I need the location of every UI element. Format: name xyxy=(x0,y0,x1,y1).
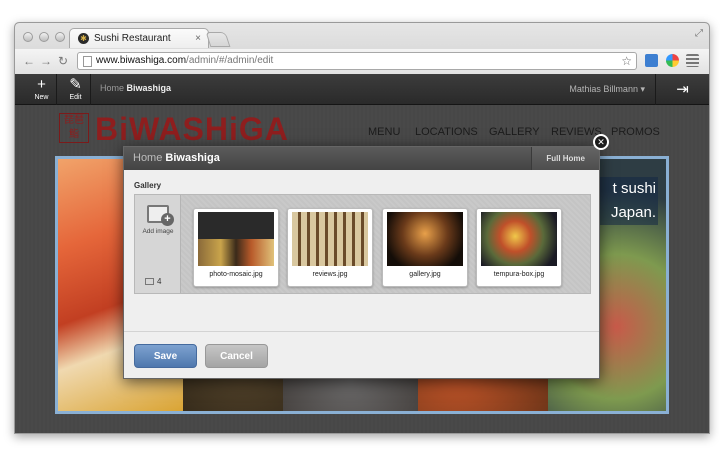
edit-label: Edit xyxy=(69,94,82,101)
image-count: 4 xyxy=(145,277,161,286)
gallery-image-card[interactable]: tempura-box.jpg xyxy=(476,208,562,287)
crumb-home[interactable]: Home xyxy=(100,83,124,93)
gallery-thumbnail xyxy=(387,212,463,266)
address-bar[interactable]: www.biwashiga.com/admin/#/admin/edit ☆ xyxy=(77,52,637,70)
dialog-crumb-home[interactable]: Home xyxy=(133,152,162,164)
save-button[interactable]: Save xyxy=(134,344,197,368)
crumb-current: Biwashiga xyxy=(126,83,172,93)
image-filename: reviews.jpg xyxy=(312,271,348,278)
gallery-label: Gallery xyxy=(134,181,162,190)
dialog-header: Home Biwashiga Full Home xyxy=(124,147,599,170)
nav-menu[interactable]: MENU xyxy=(368,126,400,138)
bookmark-star-icon[interactable]: ☆ xyxy=(621,53,632,69)
forward-icon[interactable]: → xyxy=(40,54,52,68)
close-dialog-icon[interactable]: ✕ xyxy=(593,134,609,150)
nav-promos[interactable]: PROMOS xyxy=(611,126,660,138)
image-count-value: 4 xyxy=(157,277,162,286)
add-image-button[interactable]: + Add image 4 xyxy=(135,195,181,293)
nav-locations[interactable]: LOCATIONS xyxy=(415,126,478,138)
url-path: /admin/#/admin/edit xyxy=(186,55,274,66)
image-filename: tempura-box.jpg xyxy=(493,271,545,278)
pencil-icon: ✎ xyxy=(69,76,82,93)
gallery-image-card[interactable]: photo-mosaic.jpg xyxy=(193,208,279,287)
add-image-label: Add image xyxy=(142,228,174,235)
zoom-window-button[interactable] xyxy=(55,32,65,42)
gallery-image-card[interactable]: reviews.jpg xyxy=(287,208,373,287)
admin-breadcrumb: Home Biwashiga xyxy=(100,83,171,93)
reload-icon[interactable]: ↻ xyxy=(58,54,68,68)
admin-bar: + New ✎ Edit Home Biwashiga Mathias Bill… xyxy=(15,74,709,105)
gallery-strip: + Add image 4 photo-mosaic.jpg reviews.j… xyxy=(134,194,591,294)
tab-title: Sushi Restaurant xyxy=(94,33,171,44)
close-tab-icon[interactable]: × xyxy=(195,33,201,44)
image-filename: gallery.jpg xyxy=(409,271,441,278)
divider xyxy=(124,331,599,332)
site-logo[interactable]: BiWASHiGA xyxy=(95,111,289,148)
add-icon: + xyxy=(161,213,174,226)
gallery-thumbnail xyxy=(292,212,368,266)
url-host: www.biwashiga.com xyxy=(96,55,187,66)
full-home-button[interactable]: Full Home xyxy=(531,147,599,170)
new-label: New xyxy=(34,94,49,101)
logo-seal-icon: 琵琶鮨 xyxy=(59,113,89,143)
browser-toolbar: ← → ↻ www.biwashiga.com/admin/#/admin/ed… xyxy=(15,49,709,74)
plus-icon: + xyxy=(37,76,46,93)
edit-button[interactable]: ✎ Edit xyxy=(61,74,91,105)
gallery-thumbnail xyxy=(481,212,557,266)
extension-screen-icon[interactable] xyxy=(645,54,658,67)
nav-gallery[interactable]: GALLERY xyxy=(489,126,540,138)
gallery-thumbnail xyxy=(198,212,274,266)
new-button[interactable]: + New xyxy=(27,74,57,105)
new-tab-button[interactable] xyxy=(205,32,231,47)
dialog-crumb-current: Biwashiga xyxy=(165,152,220,164)
fullscreen-icon[interactable]: ⤢ xyxy=(695,28,703,39)
close-window-button[interactable] xyxy=(23,32,33,42)
chevron-down-icon: ▾ xyxy=(640,84,645,94)
browser-chrome: ✱ Sushi Restaurant × ⤢ ← → ↻ www.biwashi… xyxy=(15,23,709,74)
window-controls xyxy=(23,32,65,42)
minimize-window-button[interactable] xyxy=(39,32,49,42)
menu-icon[interactable] xyxy=(686,54,699,67)
user-menu[interactable]: Mathias Billmann ▾ xyxy=(569,84,645,95)
logout-icon[interactable]: ⇥ xyxy=(655,74,709,105)
browser-window: ✱ Sushi Restaurant × ⤢ ← → ↻ www.biwashi… xyxy=(14,22,710,434)
browser-tab[interactable]: ✱ Sushi Restaurant × xyxy=(69,28,209,48)
page-icon xyxy=(83,56,92,67)
image-count-icon xyxy=(145,278,154,285)
gallery-editor-dialog: Home Biwashiga Full Home ✕ Gallery + Add… xyxy=(123,134,609,379)
gallery-image-card[interactable]: gallery.jpg xyxy=(382,208,468,287)
favicon-icon: ✱ xyxy=(78,33,89,44)
extension-color-icon[interactable] xyxy=(666,54,679,67)
image-filename: photo-mosaic.jpg xyxy=(209,271,263,278)
user-name: Mathias Billmann xyxy=(569,84,638,94)
back-icon[interactable]: ← xyxy=(23,54,35,68)
cancel-button[interactable]: Cancel xyxy=(205,344,268,368)
